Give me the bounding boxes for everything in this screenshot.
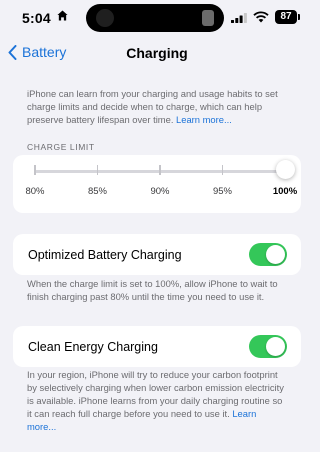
wifi-icon [253, 11, 269, 23]
optimized-charging-toggle[interactable] [249, 243, 287, 266]
clean-energy-toggle[interactable] [249, 335, 287, 358]
navigation-bar: Battery Charging [0, 36, 314, 70]
slider-tick [34, 165, 36, 175]
toggle-knob [266, 337, 285, 356]
intro-learn-more-link[interactable]: Learn more... [176, 114, 232, 125]
island-camera-icon [96, 9, 114, 27]
home-icon [57, 10, 68, 21]
toggle-knob [266, 245, 285, 264]
battery-nub [298, 14, 300, 20]
clean-energy-label: Clean Energy Charging [28, 340, 158, 354]
island-activity-icon [202, 10, 214, 26]
clean-energy-footer: In your region, iPhone will try to reduc… [27, 368, 287, 433]
slider-tick [96, 165, 99, 175]
charge-limit-slider-thumb[interactable] [275, 160, 295, 179]
intro-description: iPhone can learn from your charging and … [27, 87, 287, 126]
slider-tick-label[interactable]: 100% [273, 186, 297, 197]
charge-limit-section-label: CHARGE LIMIT [27, 142, 95, 152]
battery-level: 87 [280, 11, 292, 22]
battery-icon: 87 [275, 10, 297, 24]
clean-energy-row: Clean Energy Charging [13, 326, 301, 367]
page-title: Charging [126, 45, 188, 61]
slider-tick [159, 165, 161, 175]
status-time: 5:04 [22, 10, 51, 26]
slider-tick-label[interactable]: 80% [25, 186, 44, 197]
slider-tick-label[interactable]: 90% [150, 186, 169, 197]
slider-tick [221, 165, 224, 175]
slider-tick-label[interactable]: 85% [88, 186, 107, 197]
intro-text: iPhone can learn from your charging and … [27, 88, 278, 125]
slider-tick-label[interactable]: 95% [213, 186, 232, 197]
charge-limit-card: 80% 85% 90% 95% 100% [13, 155, 301, 213]
optimized-charging-footer: When the charge limit is set to 100%, al… [27, 278, 278, 302]
optimized-charging-row: Optimized Battery Charging [13, 234, 301, 275]
dynamic-island [86, 4, 224, 32]
status-bar: 5:04 87 [0, 0, 314, 36]
optimized-charging-label: Optimized Battery Charging [28, 248, 182, 262]
signal-icon [231, 13, 247, 23]
